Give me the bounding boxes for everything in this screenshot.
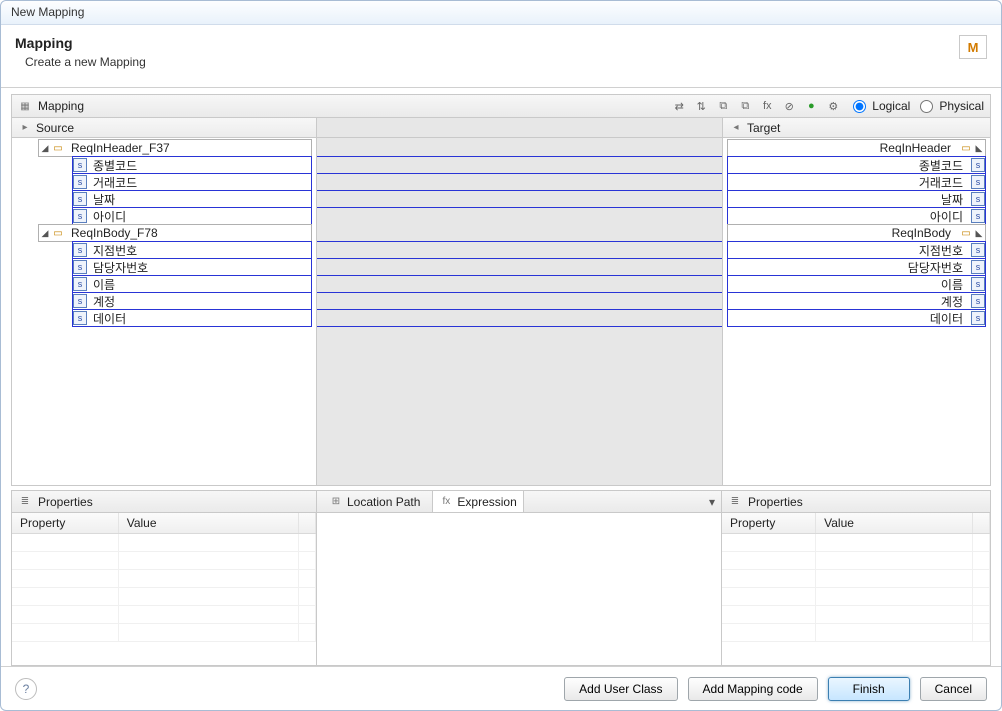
- tool-icon-3[interactable]: ⧉: [715, 98, 731, 114]
- source-field[interactable]: s데이터: [72, 309, 312, 327]
- panel-title: Properties: [38, 495, 93, 509]
- work-area: ▸ Source ◢▭ReqInHeader_F37 s종별코드 s거래코드 s…: [11, 118, 991, 486]
- col-property[interactable]: Property: [722, 513, 816, 534]
- radio-physical[interactable]: [920, 100, 933, 113]
- source-field[interactable]: s거래코드: [72, 173, 312, 191]
- target-tree[interactable]: ReqInHeader▭◣ 종별코드s 거래코드s 날짜s 아이디s ReqIn…: [723, 138, 990, 485]
- properties-icon: ≣: [18, 495, 32, 509]
- window-titlebar[interactable]: New Mapping: [1, 1, 1001, 25]
- location-path-icon: ⊞: [329, 495, 343, 509]
- target-group-1[interactable]: ReqInBody▭◣: [727, 224, 986, 242]
- source-field[interactable]: s이름: [72, 275, 312, 293]
- panel-title: Properties: [748, 495, 803, 509]
- source-field[interactable]: s담당자번호: [72, 258, 312, 276]
- target-properties-table[interactable]: PropertyValue: [722, 513, 990, 642]
- tab-expression[interactable]: fxExpression: [432, 491, 523, 512]
- mapping-bar-icon: ▦: [18, 99, 32, 113]
- source-group-1[interactable]: ◢▭ReqInBody_F78: [38, 224, 312, 242]
- source-field[interactable]: s지점번호: [72, 241, 312, 259]
- col-value[interactable]: Value: [118, 513, 298, 534]
- target-field[interactable]: 이름s: [727, 275, 986, 293]
- source-group-0[interactable]: ◢▭ReqInHeader_F37: [38, 139, 312, 157]
- tool-icon-4[interactable]: ⧉: [737, 98, 753, 114]
- tool-icon-2[interactable]: ⇅: [693, 98, 709, 114]
- tool-icon-gear[interactable]: ⚙: [825, 98, 841, 114]
- new-mapping-dialog: New Mapping Mapping Create a new Mapping…: [0, 0, 1002, 711]
- expression-icon: fx: [439, 495, 453, 509]
- expression-dropdown-icon[interactable]: ▾: [709, 495, 715, 509]
- source-properties-table[interactable]: PropertyValue: [12, 513, 316, 642]
- add-mapping-code-button[interactable]: Add Mapping code: [688, 677, 818, 701]
- target-header: ◂ Target: [723, 118, 990, 138]
- expression-body[interactable]: [317, 513, 721, 665]
- target-field[interactable]: 지점번호s: [727, 241, 986, 259]
- target-field[interactable]: 계정s: [727, 292, 986, 310]
- tool-icon-fx[interactable]: fx: [759, 98, 775, 114]
- source-field[interactable]: s아이디: [72, 207, 312, 225]
- tab-location-path[interactable]: ⊞Location Path: [323, 491, 426, 512]
- mapping-icon: M: [959, 35, 987, 59]
- source-properties-panel: ≣ Properties PropertyValue: [12, 491, 317, 665]
- target-panel: ◂ Target ReqInHeader▭◣ 종별코드s 거래코드s 날짜s 아…: [722, 118, 990, 485]
- mapping-canvas[interactable]: [317, 118, 722, 485]
- target-field[interactable]: 데이터s: [727, 309, 986, 327]
- help-button[interactable]: ?: [15, 678, 37, 700]
- source-field[interactable]: s계정: [72, 292, 312, 310]
- page-title: Mapping: [15, 35, 146, 51]
- target-group-0[interactable]: ReqInHeader▭◣: [727, 139, 986, 157]
- target-field[interactable]: 종별코드s: [727, 156, 986, 174]
- source-header: ▸ Source: [12, 118, 316, 138]
- col-value[interactable]: Value: [816, 513, 973, 534]
- target-field[interactable]: 날짜s: [727, 190, 986, 208]
- target-icon: ◂: [729, 121, 743, 135]
- properties-icon: ≣: [728, 495, 742, 509]
- cancel-button[interactable]: Cancel: [920, 677, 987, 701]
- bottom-panels: ≣Properties PropertyValue ⊞Location Path…: [11, 490, 991, 666]
- source-icon: ▸: [18, 121, 32, 135]
- mapping-toolbar: ▦ Mapping ⇄ ⇅ ⧉ ⧉ fx ⊘ ● ⚙ Logical Physi…: [11, 94, 991, 118]
- main-area: ▦ Mapping ⇄ ⇅ ⧉ ⧉ fx ⊘ ● ⚙ Logical Physi…: [1, 88, 1001, 666]
- dialog-header: Mapping Create a new Mapping M: [1, 25, 1001, 88]
- source-tree[interactable]: ◢▭ReqInHeader_F37 s종별코드 s거래코드 s날짜 s아이디 ◢…: [12, 138, 316, 485]
- add-user-class-button[interactable]: Add User Class: [564, 677, 677, 701]
- target-field[interactable]: 거래코드s: [727, 173, 986, 191]
- mapping-bar-title: Mapping: [38, 99, 84, 113]
- dialog-footer: ? Add User Class Add Mapping code Finish…: [1, 666, 1001, 710]
- page-subtitle: Create a new Mapping: [25, 55, 146, 69]
- target-title: Target: [747, 121, 780, 135]
- expression-panel: ⊞Location Path fxExpression ▾: [317, 491, 722, 665]
- middle-header: [317, 118, 722, 138]
- source-field[interactable]: s날짜: [72, 190, 312, 208]
- source-field[interactable]: s종별코드: [72, 156, 312, 174]
- window-title: New Mapping: [11, 5, 84, 19]
- radio-logical[interactable]: [853, 100, 866, 113]
- target-field[interactable]: 담당자번호s: [727, 258, 986, 276]
- target-properties-panel: ≣ Properties PropertyValue: [722, 491, 990, 665]
- tool-icon-ok[interactable]: ●: [803, 98, 819, 114]
- finish-button[interactable]: Finish: [828, 677, 910, 701]
- source-title: Source: [36, 121, 74, 135]
- target-field[interactable]: 아이디s: [727, 207, 986, 225]
- source-panel: ▸ Source ◢▭ReqInHeader_F37 s종별코드 s거래코드 s…: [12, 118, 317, 485]
- col-property[interactable]: Property: [12, 513, 118, 534]
- tool-icon-1[interactable]: ⇄: [671, 98, 687, 114]
- tool-icon-remove[interactable]: ⊘: [781, 98, 797, 114]
